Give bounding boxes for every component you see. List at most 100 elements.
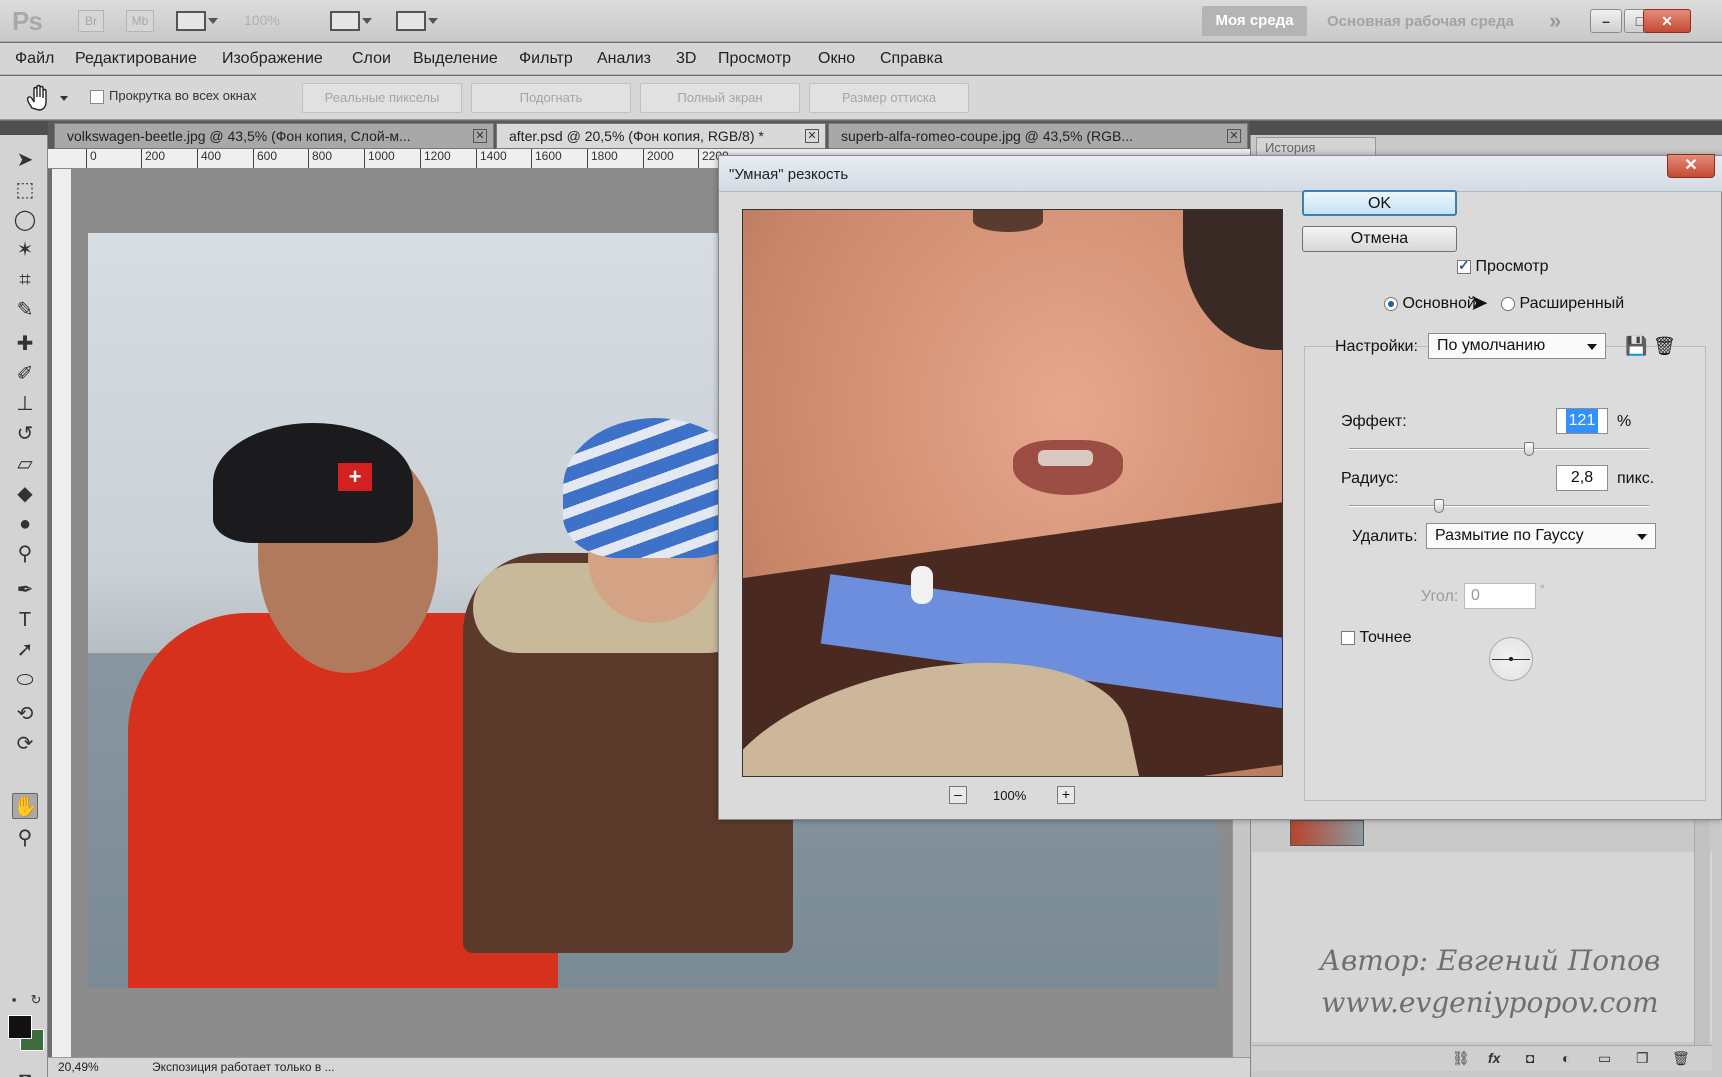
- hand-tool-icon[interactable]: ✋: [12, 793, 38, 819]
- arrange-documents-icon[interactable]: [330, 11, 372, 31]
- amount-slider-thumb[interactable]: [1524, 442, 1534, 456]
- view-extras-icon[interactable]: [176, 11, 218, 31]
- save-preset-icon[interactable]: 💾: [1625, 336, 1647, 357]
- remove-blur-select[interactable]: Размытие по Гауссу: [1426, 523, 1656, 549]
- zoom-out-button[interactable]: –: [949, 786, 967, 804]
- blur-tool-icon[interactable]: ●: [12, 511, 38, 537]
- clone-stamp-tool-icon[interactable]: ⊥: [12, 391, 38, 417]
- menu-file[interactable]: Файл: [15, 50, 54, 68]
- shape-tool-icon[interactable]: ⬭: [12, 667, 38, 693]
- dodge-tool-icon[interactable]: ⚲: [12, 541, 38, 567]
- mini-bridge-button[interactable]: Mb: [126, 10, 154, 32]
- status-info-text[interactable]: Экспозиция работает только в ...: [152, 1060, 335, 1074]
- delete-preset-icon[interactable]: 🗑: [1653, 336, 1676, 357]
- radius-slider[interactable]: [1349, 505, 1649, 507]
- amount-input[interactable]: 121: [1556, 408, 1608, 434]
- dialog-title-bar[interactable]: "Умная" резкость: [719, 156, 1722, 192]
- fill-screen-button[interactable]: Полный экран: [640, 83, 800, 113]
- angle-dial[interactable]: [1489, 637, 1533, 681]
- preview-pane[interactable]: [742, 209, 1283, 777]
- paint-bucket-tool-icon[interactable]: ◆: [12, 481, 38, 507]
- zoom-in-button[interactable]: +: [1057, 786, 1075, 804]
- 3d-orbit-tool-icon[interactable]: ⟳: [12, 731, 38, 757]
- layer-style-icon[interactable]: fx: [1488, 1050, 1500, 1066]
- more-accurate-row[interactable]: Точнее: [1341, 629, 1412, 647]
- close-tab-icon[interactable]: ✕: [805, 129, 819, 143]
- quick-mask-icon[interactable]: ◙: [12, 1067, 38, 1077]
- cancel-button[interactable]: Отмена: [1302, 226, 1457, 252]
- foreground-color-swatch[interactable]: [8, 1015, 32, 1039]
- tab-alfa-romeo[interactable]: superb-alfa-romeo-coupe.jpg @ 43,5% (RGB…: [828, 123, 1248, 149]
- close-tab-icon[interactable]: ✕: [1227, 129, 1241, 143]
- fit-screen-button[interactable]: Подогнать: [471, 83, 631, 113]
- settings-preset-select[interactable]: По умолчанию: [1428, 333, 1606, 359]
- layers-scrollbar[interactable]: [1694, 820, 1710, 1045]
- bridge-button[interactable]: Br: [78, 10, 104, 32]
- status-zoom-field[interactable]: 20,49%: [58, 1060, 99, 1074]
- magic-wand-tool-icon[interactable]: ✶: [12, 237, 38, 263]
- close-window-button[interactable]: ✕: [1643, 9, 1691, 33]
- menu-edit[interactable]: Редактирование: [75, 50, 197, 68]
- eyedropper-tool-icon[interactable]: ✎: [12, 297, 38, 323]
- lasso-tool-icon[interactable]: ◯: [12, 207, 38, 233]
- angle-input[interactable]: 0: [1464, 583, 1536, 609]
- menu-layers[interactable]: Слои: [352, 50, 391, 68]
- menu-window[interactable]: Окно: [818, 50, 855, 68]
- amount-slider[interactable]: [1349, 448, 1649, 450]
- close-tab-icon[interactable]: ✕: [473, 129, 487, 143]
- new-group-icon[interactable]: ▭: [1598, 1050, 1611, 1067]
- zoom-tool-icon[interactable]: ⚲: [12, 825, 38, 851]
- preview-checkbox[interactable]: [1457, 257, 1471, 274]
- workspace-more-icon[interactable]: »: [1549, 8, 1561, 34]
- mode-advanced-radio[interactable]: [1501, 296, 1515, 311]
- layer-thumbnail[interactable]: [1290, 820, 1364, 846]
- eraser-tool-icon[interactable]: ▱: [12, 451, 38, 477]
- 3d-rotate-tool-icon[interactable]: ⟲: [12, 701, 38, 727]
- radius-input[interactable]: 2,8: [1556, 465, 1608, 491]
- move-tool-icon[interactable]: ➤: [12, 147, 38, 173]
- minimize-button[interactable]: –: [1590, 9, 1622, 33]
- mode-basic-radio[interactable]: [1384, 296, 1398, 311]
- link-layers-icon[interactable]: ⛓: [1452, 1050, 1470, 1067]
- new-layer-icon[interactable]: ❐: [1636, 1050, 1649, 1067]
- actual-pixels-button[interactable]: Реальные пикселы: [302, 83, 462, 113]
- zoom-level[interactable]: 100%: [244, 12, 280, 28]
- scroll-all-checkbox-box[interactable]: [90, 89, 104, 104]
- pen-tool-icon[interactable]: ✒: [12, 577, 38, 603]
- hand-tool-preset-icon[interactable]: [20, 82, 72, 114]
- crop-tool-icon[interactable]: ⌗: [12, 267, 38, 293]
- marquee-tool-icon[interactable]: ⬚: [12, 177, 38, 203]
- layer-mask-icon[interactable]: ◘: [1526, 1050, 1534, 1066]
- history-brush-tool-icon[interactable]: ↺: [12, 421, 38, 447]
- tab-volkswagen-beetle[interactable]: volkswagen-beetle.jpg @ 43,5% (Фон копия…: [54, 123, 494, 149]
- type-tool-icon[interactable]: T: [12, 607, 38, 633]
- print-size-button[interactable]: Размер оттиска: [809, 83, 969, 113]
- tab-after-psd[interactable]: after.psd @ 20,5% (Фон копия, RGB/8) * ✕: [496, 123, 826, 149]
- vertical-ruler[interactable]: [52, 169, 72, 1057]
- screen-mode-icon[interactable]: [396, 11, 438, 31]
- scroll-all-windows-checkbox[interactable]: Прокрутка во всех окнах: [90, 88, 257, 104]
- delete-layer-icon[interactable]: 🗑: [1672, 1050, 1690, 1067]
- mode-basic-row[interactable]: Основной: [1384, 295, 1476, 313]
- workspace-my[interactable]: Моя среда: [1202, 6, 1307, 36]
- healing-brush-tool-icon[interactable]: ✚: [12, 331, 38, 357]
- more-accurate-checkbox[interactable]: [1341, 630, 1355, 645]
- toolbox-header[interactable]: [0, 121, 48, 135]
- menu-view[interactable]: Просмотр: [718, 50, 791, 68]
- path-selection-tool-icon[interactable]: ➚: [12, 637, 38, 663]
- menu-help[interactable]: Справка: [880, 50, 943, 68]
- radius-slider-thumb[interactable]: [1434, 499, 1444, 513]
- menu-analysis[interactable]: Анализ: [597, 50, 651, 68]
- mode-advanced-row[interactable]: Расширенный: [1501, 295, 1624, 313]
- swap-colors-icon[interactable]: ↻: [28, 987, 44, 1013]
- dialog-close-button[interactable]: ✕: [1667, 154, 1715, 178]
- ok-button[interactable]: OK: [1302, 190, 1457, 216]
- menu-filter[interactable]: Фильтр: [519, 50, 573, 68]
- default-colors-icon[interactable]: ▪: [4, 987, 24, 1013]
- brush-tool-icon[interactable]: ✐: [12, 361, 38, 387]
- menu-select[interactable]: Выделение: [413, 50, 498, 68]
- adjustment-layer-icon[interactable]: ◐: [1562, 1050, 1570, 1066]
- menu-3d[interactable]: 3D: [676, 50, 696, 68]
- menu-image[interactable]: Изображение: [222, 50, 323, 68]
- workspace-essentials[interactable]: Основная рабочая среда: [1327, 13, 1514, 30]
